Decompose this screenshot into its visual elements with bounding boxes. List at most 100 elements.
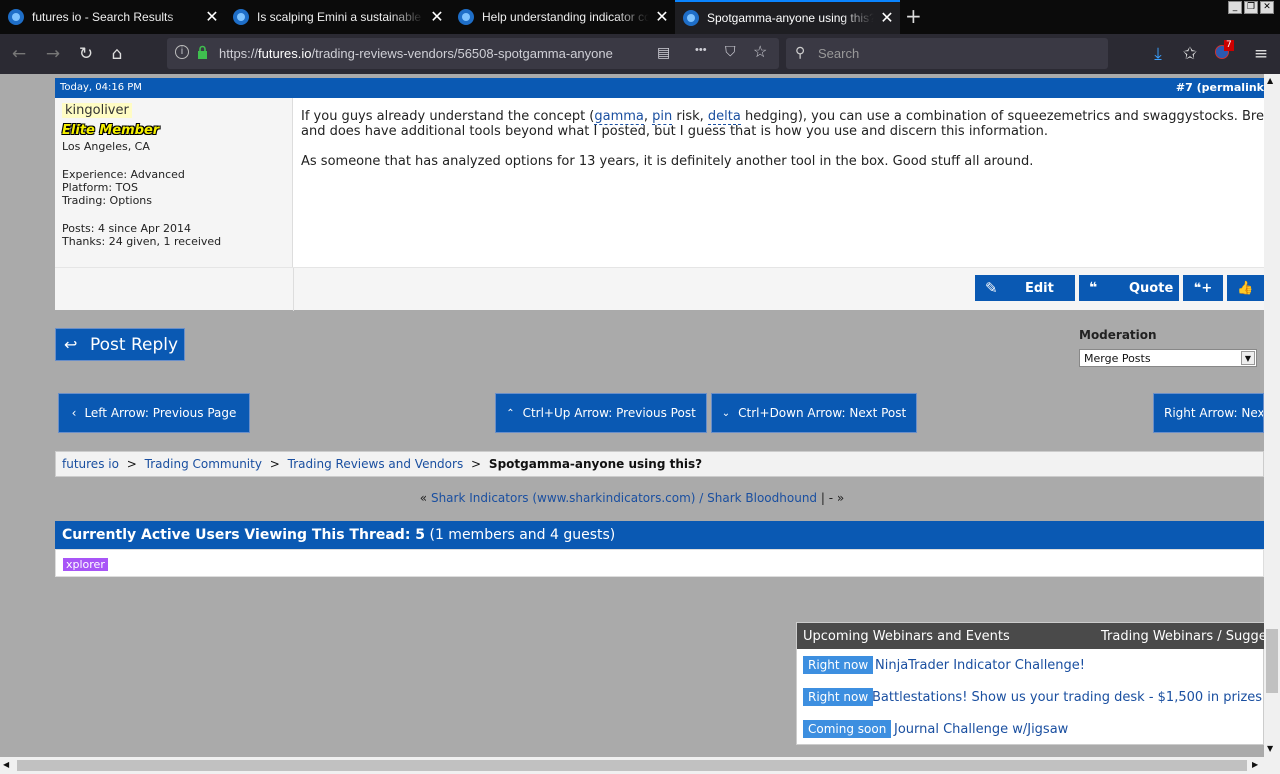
permalink-link[interactable]: permalink — [1202, 81, 1264, 94]
close-tab-icon[interactable]: ✕ — [874, 8, 900, 28]
horizontal-scrollbar[interactable]: ◀ ▶ — [0, 757, 1280, 774]
info-icon[interactable]: i — [175, 45, 189, 59]
post-reply-button[interactable]: ↩ Post Reply — [55, 328, 185, 361]
user-experience: Experience: Advanced — [62, 168, 185, 181]
breadcrumb-futures-io[interactable]: futures io — [62, 457, 119, 471]
thread-nav-rest: | - » — [820, 491, 845, 505]
menu-icon[interactable]: ≡ — [1250, 43, 1272, 65]
post-date: Today, 04:16 PM — [60, 82, 142, 93]
search-bar[interactable]: ⚲ Search — [786, 38, 1108, 69]
previous-thread-arrow: « — [419, 491, 428, 505]
forward-icon[interactable]: → — [42, 43, 64, 65]
close-tab-icon[interactable]: ✕ — [649, 7, 675, 27]
quote-button[interactable]: ❝ Quote — [1079, 275, 1179, 301]
url-text: https://futures.io/trading-reviews-vendo… — [219, 46, 619, 61]
minimize-icon[interactable]: _ — [1228, 1, 1242, 14]
scroll-right-icon[interactable]: ▶ — [1252, 760, 1258, 769]
vertical-scroll-thumb[interactable] — [1266, 629, 1278, 693]
user-location: Los Angeles, CA — [62, 140, 150, 153]
breadcrumb-separator: > — [126, 457, 137, 471]
post-actions-bar: ✎ Edit ❝ Quote ❝+ 👍 — [55, 267, 1264, 311]
tab-help-indicator[interactable]: Help understanding indicator const ✕ — [450, 0, 675, 34]
tab-title: futures io - Search Results — [32, 10, 174, 24]
status-badge: Coming soon — [803, 720, 892, 738]
next-post-button[interactable]: ⌄ Ctrl+Down Arrow: Next Post — [711, 393, 917, 433]
scroll-down-icon[interactable]: ▼ — [1267, 744, 1273, 753]
member-tag[interactable]: xplorer — [63, 558, 108, 571]
tab-spotgamma[interactable]: Spotgamma-anyone using this? - fu ✕ — [675, 0, 900, 34]
pin-glossary-link[interactable]: pin — [652, 109, 673, 125]
moderation-select[interactable]: Merge Posts ▼ — [1079, 349, 1257, 367]
breadcrumb-trading-reviews[interactable]: Trading Reviews and Vendors — [288, 457, 464, 471]
library-icon[interactable]: ✩ — [1179, 43, 1201, 65]
previous-thread-link[interactable]: Shark Indicators (www.sharkindicators.co… — [431, 491, 817, 505]
scroll-left-icon[interactable]: ◀ — [3, 760, 9, 769]
futures-io-favicon-icon — [683, 10, 699, 26]
previous-page-label: Left Arrow: Previous Page — [84, 406, 237, 420]
tab-search-results[interactable]: futures io - Search Results ✕ — [0, 0, 225, 34]
close-tab-icon[interactable]: ✕ — [424, 7, 450, 27]
webinar-link[interactable]: NinjaTrader Indicator Challenge! — [875, 658, 1085, 673]
close-window-icon[interactable]: ✕ — [1260, 1, 1274, 14]
breadcrumb-trading-community[interactable]: Trading Community — [145, 457, 262, 471]
trading-webinars-link[interactable]: Trading Webinars — [1101, 629, 1213, 644]
scroll-up-icon[interactable]: ▲ — [1267, 76, 1273, 85]
webinar-row: Right now Battlestations! Show us your t… — [797, 682, 1264, 714]
previous-post-button[interactable]: ⌃ Ctrl+Up Arrow: Previous Post — [495, 393, 707, 433]
status-badge: Right now — [803, 688, 874, 706]
futures-io-favicon-icon — [458, 9, 474, 25]
chevron-left-icon: ‹ — [71, 406, 77, 420]
webinar-link[interactable]: Journal Challenge w/Jigsaw — [894, 722, 1068, 737]
home-icon[interactable]: ⌂ — [106, 43, 128, 65]
webinars-title: Upcoming Webinars and Events — [803, 629, 1010, 644]
post-reply-label: Post Reply — [90, 334, 179, 355]
url-scheme: https:// — [219, 46, 259, 61]
search-icon: ⚲ — [795, 44, 806, 60]
search-placeholder: Search — [818, 46, 860, 61]
pocket-icon[interactable]: ⛉ — [725, 43, 736, 60]
edit-button[interactable]: ✎ Edit — [975, 275, 1075, 301]
page-actions-icon[interactable]: ••• — [695, 44, 707, 56]
next-page-button[interactable]: Right Arrow: Next — [1153, 393, 1264, 433]
thumbs-up-icon: 👍 — [1237, 280, 1254, 296]
previous-page-button[interactable]: ‹ Left Arrow: Previous Page — [58, 393, 250, 433]
user-rank: Elite Member — [62, 123, 160, 138]
webinar-link[interactable]: Battlestations! Show us your trading des… — [872, 690, 1264, 705]
breadcrumb-current: Spotgamma-anyone using this? — [488, 457, 703, 471]
bookmark-star-icon[interactable]: ☆ — [753, 42, 767, 62]
webinar-row: Coming soon Journal Challenge w/Jigsaw — [797, 714, 1264, 746]
post-index: #7 — [1175, 81, 1193, 94]
close-tab-icon[interactable]: ✕ — [199, 7, 225, 27]
tab-scalping-emini[interactable]: Is scalping Emini a sustainable trad ✕ — [225, 0, 450, 34]
horizontal-scroll-thumb[interactable] — [17, 760, 1247, 771]
breadcrumb-trail: futures io > Trading Community > Trading… — [62, 457, 702, 471]
navigation-toolbar: ← → ↻ ⌂ i https://futures.io/trading-rev… — [0, 34, 1280, 74]
reader-view-icon[interactable]: ▤ — [657, 44, 670, 61]
new-tab-icon[interactable]: + — [905, 4, 922, 28]
url-domain: futures.io — [258, 46, 312, 61]
maximize-icon[interactable]: ❐ — [1244, 1, 1258, 14]
vertical-scrollbar[interactable]: ▲ ▼ — [1264, 74, 1280, 757]
downloads-icon[interactable]: ⤓ — [1147, 43, 1169, 65]
gamma-glossary-link[interactable]: gamma — [594, 109, 644, 125]
pencil-icon: ✎ — [985, 279, 998, 297]
breadcrumb-separator: > — [269, 457, 280, 471]
username-link[interactable]: kingoliver — [62, 103, 132, 118]
back-icon[interactable]: ← — [8, 43, 30, 65]
suggest-link[interactable]: Sugge — [1226, 629, 1264, 644]
webinar-row: Right now NinjaTrader Indicator Challeng… — [797, 650, 1264, 682]
tab-strip: futures io - Search Results ✕ Is scalpin… — [0, 0, 1280, 34]
thanks-button[interactable]: 👍 — [1227, 275, 1264, 301]
multi-quote-button[interactable]: ❝+ — [1183, 275, 1223, 301]
user-posts: Posts: 4 since Apr 2014 — [62, 222, 192, 235]
active-users-count: Currently Active Users Viewing This Thre… — [62, 527, 426, 543]
previous-post-label: Ctrl+Up Arrow: Previous Post — [522, 406, 696, 420]
webinars-panel: Upcoming Webinars and Events Trading Web… — [796, 622, 1264, 745]
address-bar[interactable]: i https://futures.io/trading-reviews-ven… — [167, 38, 779, 69]
extension-icon[interactable]: 7 — [1211, 40, 1234, 65]
active-users-list: xplorer — [55, 549, 1264, 577]
delta-glossary-link[interactable]: delta — [707, 109, 741, 125]
quote-bubble-icon: ❝ — [1089, 280, 1098, 296]
reload-icon[interactable]: ↻ — [75, 43, 97, 65]
extension-badge: 7 — [1224, 40, 1234, 51]
